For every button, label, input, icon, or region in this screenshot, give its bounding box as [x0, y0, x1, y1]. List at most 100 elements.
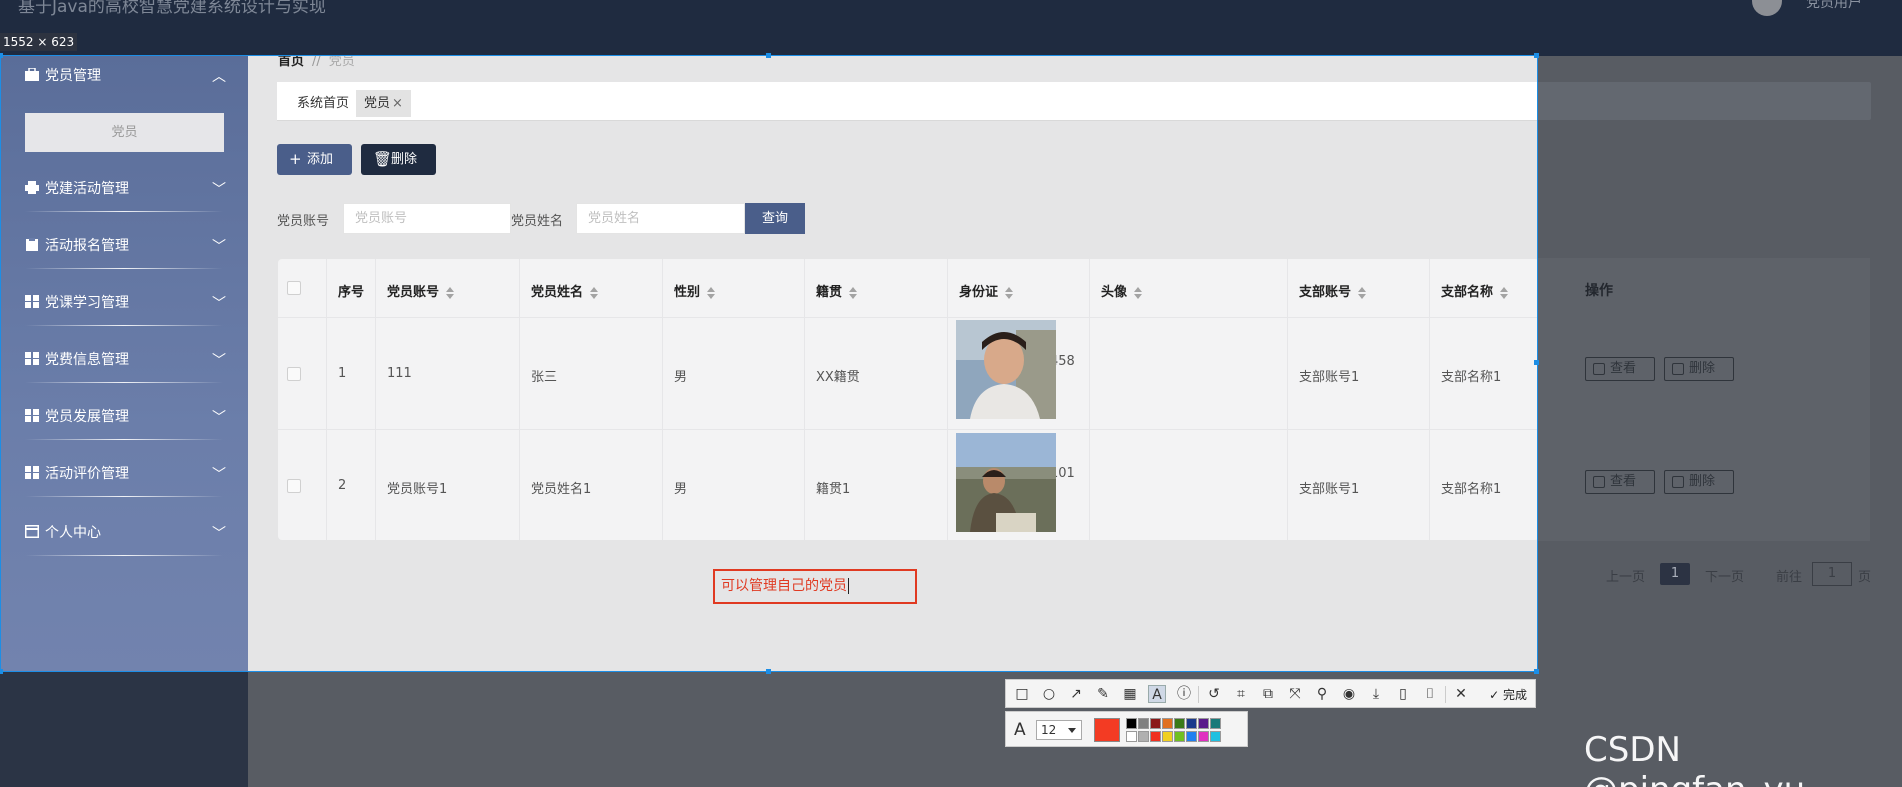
resize-handle[interactable] [0, 669, 3, 674]
resize-handle[interactable] [1534, 669, 1539, 674]
current-color-swatch[interactable] [1094, 718, 1120, 742]
column-header-name[interactable]: 党员姓名 [531, 281, 599, 300]
color-swatch[interactable] [1150, 731, 1161, 742]
tab-home[interactable]: 系统首页 [289, 90, 357, 117]
sort-icon[interactable] [446, 286, 455, 299]
chevron-down-icon: ﹀ [212, 239, 226, 255]
sidebar-item-signup-management[interactable]: 活动报名管理 ﹀ [1, 226, 248, 283]
ocr-icon[interactable]: ⌗ [1232, 685, 1250, 703]
color-swatch[interactable] [1174, 731, 1185, 742]
color-swatch[interactable] [1126, 718, 1137, 729]
color-swatch[interactable] [1186, 718, 1197, 729]
capture-selection[interactable]: 党员管理 ︿ 党员 党建活动管理 ﹀ 活动报名管理 ﹀ 党课学习管理 ﹀ 党费信… [0, 55, 1538, 672]
color-swatch[interactable] [1138, 718, 1149, 729]
sort-icon[interactable] [707, 286, 716, 299]
column-header-account[interactable]: 党员账号 [387, 281, 455, 300]
column-header-origin[interactable]: 籍贯 [816, 281, 858, 300]
chevron-up-icon: ︿ [212, 69, 226, 85]
color-swatch[interactable] [1198, 731, 1209, 742]
account-input[interactable]: 党员账号 [343, 203, 511, 234]
record-icon[interactable]: ◉ [1340, 685, 1358, 703]
phone-icon[interactable]: ▯ [1394, 685, 1412, 703]
color-swatch[interactable] [1198, 718, 1209, 729]
select-all-checkbox[interactable] [287, 281, 301, 295]
sort-icon[interactable] [1358, 286, 1367, 299]
text-style-bar: A 12 [1005, 711, 1248, 747]
goto-input[interactable]: 1 [1812, 562, 1852, 586]
sidebar-item-activity-management[interactable]: 党建活动管理 ﹀ [1, 169, 248, 226]
add-button[interactable]: + 添加 [277, 144, 352, 175]
sidebar-item-member-management[interactable]: 党员管理 ︿ [1, 56, 248, 113]
row-delete-button[interactable]: 删除 [1664, 357, 1734, 381]
row-delete-button[interactable]: 删除 [1664, 470, 1734, 494]
column-header-branch-account[interactable]: 支部账号 [1299, 281, 1367, 300]
color-swatch[interactable] [1126, 731, 1137, 742]
color-swatch[interactable] [1138, 731, 1149, 742]
row-checkbox[interactable] [287, 479, 301, 493]
sort-icon[interactable] [849, 286, 858, 299]
ellipse-tool-icon[interactable]: ○ [1040, 685, 1058, 703]
user-avatar[interactable] [1752, 0, 1782, 16]
pen-tool-icon[interactable]: ✎ [1094, 685, 1112, 703]
sidebar-item-personal-center[interactable]: 个人中心 ﹀ [1, 513, 248, 570]
column-header-branch-name[interactable]: 支部名称 [1441, 281, 1509, 300]
menu-divider [25, 496, 223, 497]
sort-icon[interactable] [1500, 286, 1509, 299]
font-size-select[interactable]: 12 [1036, 720, 1082, 740]
tab-member[interactable]: 党员 × [356, 90, 411, 117]
color-swatch[interactable] [1210, 731, 1221, 742]
tabs-bar: 系统首页 党员 × [277, 82, 1537, 121]
breadcrumb-home[interactable]: 首页 [278, 56, 304, 69]
text-tool-icon[interactable]: A [1148, 685, 1166, 703]
mosaic-tool-icon[interactable]: ▦ [1121, 685, 1139, 703]
number-tool-icon[interactable]: ⓘ [1175, 685, 1193, 703]
resize-handle[interactable] [766, 53, 771, 58]
sort-icon[interactable] [1134, 286, 1143, 299]
download-icon[interactable]: ⤓ [1367, 685, 1385, 703]
bookmark-icon[interactable]: ⌷ [1421, 685, 1439, 703]
resize-handle[interactable] [766, 669, 771, 674]
cancel-icon[interactable]: ✕ [1452, 685, 1470, 703]
text-annotation[interactable]: 可以管理自己的党员 [713, 569, 917, 604]
resize-handle[interactable] [0, 53, 3, 58]
sort-icon[interactable] [590, 286, 599, 299]
view-button[interactable]: 查看 [1585, 357, 1655, 381]
long-screenshot-icon[interactable]: ⤧ [1286, 685, 1304, 703]
user-name[interactable]: 党员用户 [1806, 0, 1862, 12]
color-swatch[interactable] [1186, 731, 1197, 742]
sort-icon[interactable] [1005, 286, 1014, 299]
next-page[interactable]: 下一页 [1705, 566, 1744, 585]
color-swatch[interactable] [1162, 718, 1173, 729]
prev-page[interactable]: 上一页 [1606, 566, 1645, 585]
sidebar-item-fee-management[interactable]: 党费信息管理 ﹀ [1, 340, 248, 397]
rectangle-tool-icon[interactable]: □ [1013, 685, 1031, 703]
close-icon[interactable]: × [392, 96, 403, 111]
query-button[interactable]: 查询 [745, 203, 805, 234]
translate-icon[interactable]: ⧉ [1259, 685, 1277, 703]
name-input[interactable]: 党员姓名 [576, 203, 745, 234]
row-checkbox[interactable] [287, 367, 301, 381]
resize-handle[interactable] [1534, 360, 1539, 365]
column-header-avatar[interactable]: 头像 [1101, 281, 1143, 300]
current-page[interactable]: 1 [1660, 563, 1690, 585]
color-swatch[interactable] [1210, 718, 1221, 729]
undo-icon[interactable]: ↺ [1205, 685, 1223, 703]
column-header-id-card[interactable]: 身份证 [959, 281, 1014, 300]
column-divider [519, 259, 520, 540]
color-swatch[interactable] [1150, 718, 1161, 729]
pin-icon[interactable]: ⚲ [1313, 685, 1331, 703]
done-button[interactable]: ✓ 完成 [1489, 686, 1527, 703]
resize-handle[interactable] [1534, 53, 1539, 58]
color-swatch[interactable] [1162, 731, 1173, 742]
view-button[interactable]: 查看 [1585, 470, 1655, 494]
sidebar-item-development-management[interactable]: 党员发展管理 ﹀ [1, 397, 248, 454]
main-content: 首页 // 党员 系统首页 党员 × + 添加 🗑 删除 党员账号 党员账号 党员姓名 党… [248, 56, 1537, 671]
column-header-gender[interactable]: 性别 [674, 281, 716, 300]
delete-button[interactable]: 🗑 删除 [361, 144, 436, 175]
sidebar-item-evaluation-management[interactable]: 活动评价管理 ﹀ [1, 454, 248, 511]
color-swatch[interactable] [1174, 718, 1185, 729]
submenu-item-member[interactable]: 党员 [25, 113, 224, 152]
column-divider [1429, 259, 1430, 540]
sidebar-item-course-management[interactable]: 党课学习管理 ﹀ [1, 283, 248, 340]
arrow-tool-icon[interactable]: ↗ [1067, 685, 1085, 703]
